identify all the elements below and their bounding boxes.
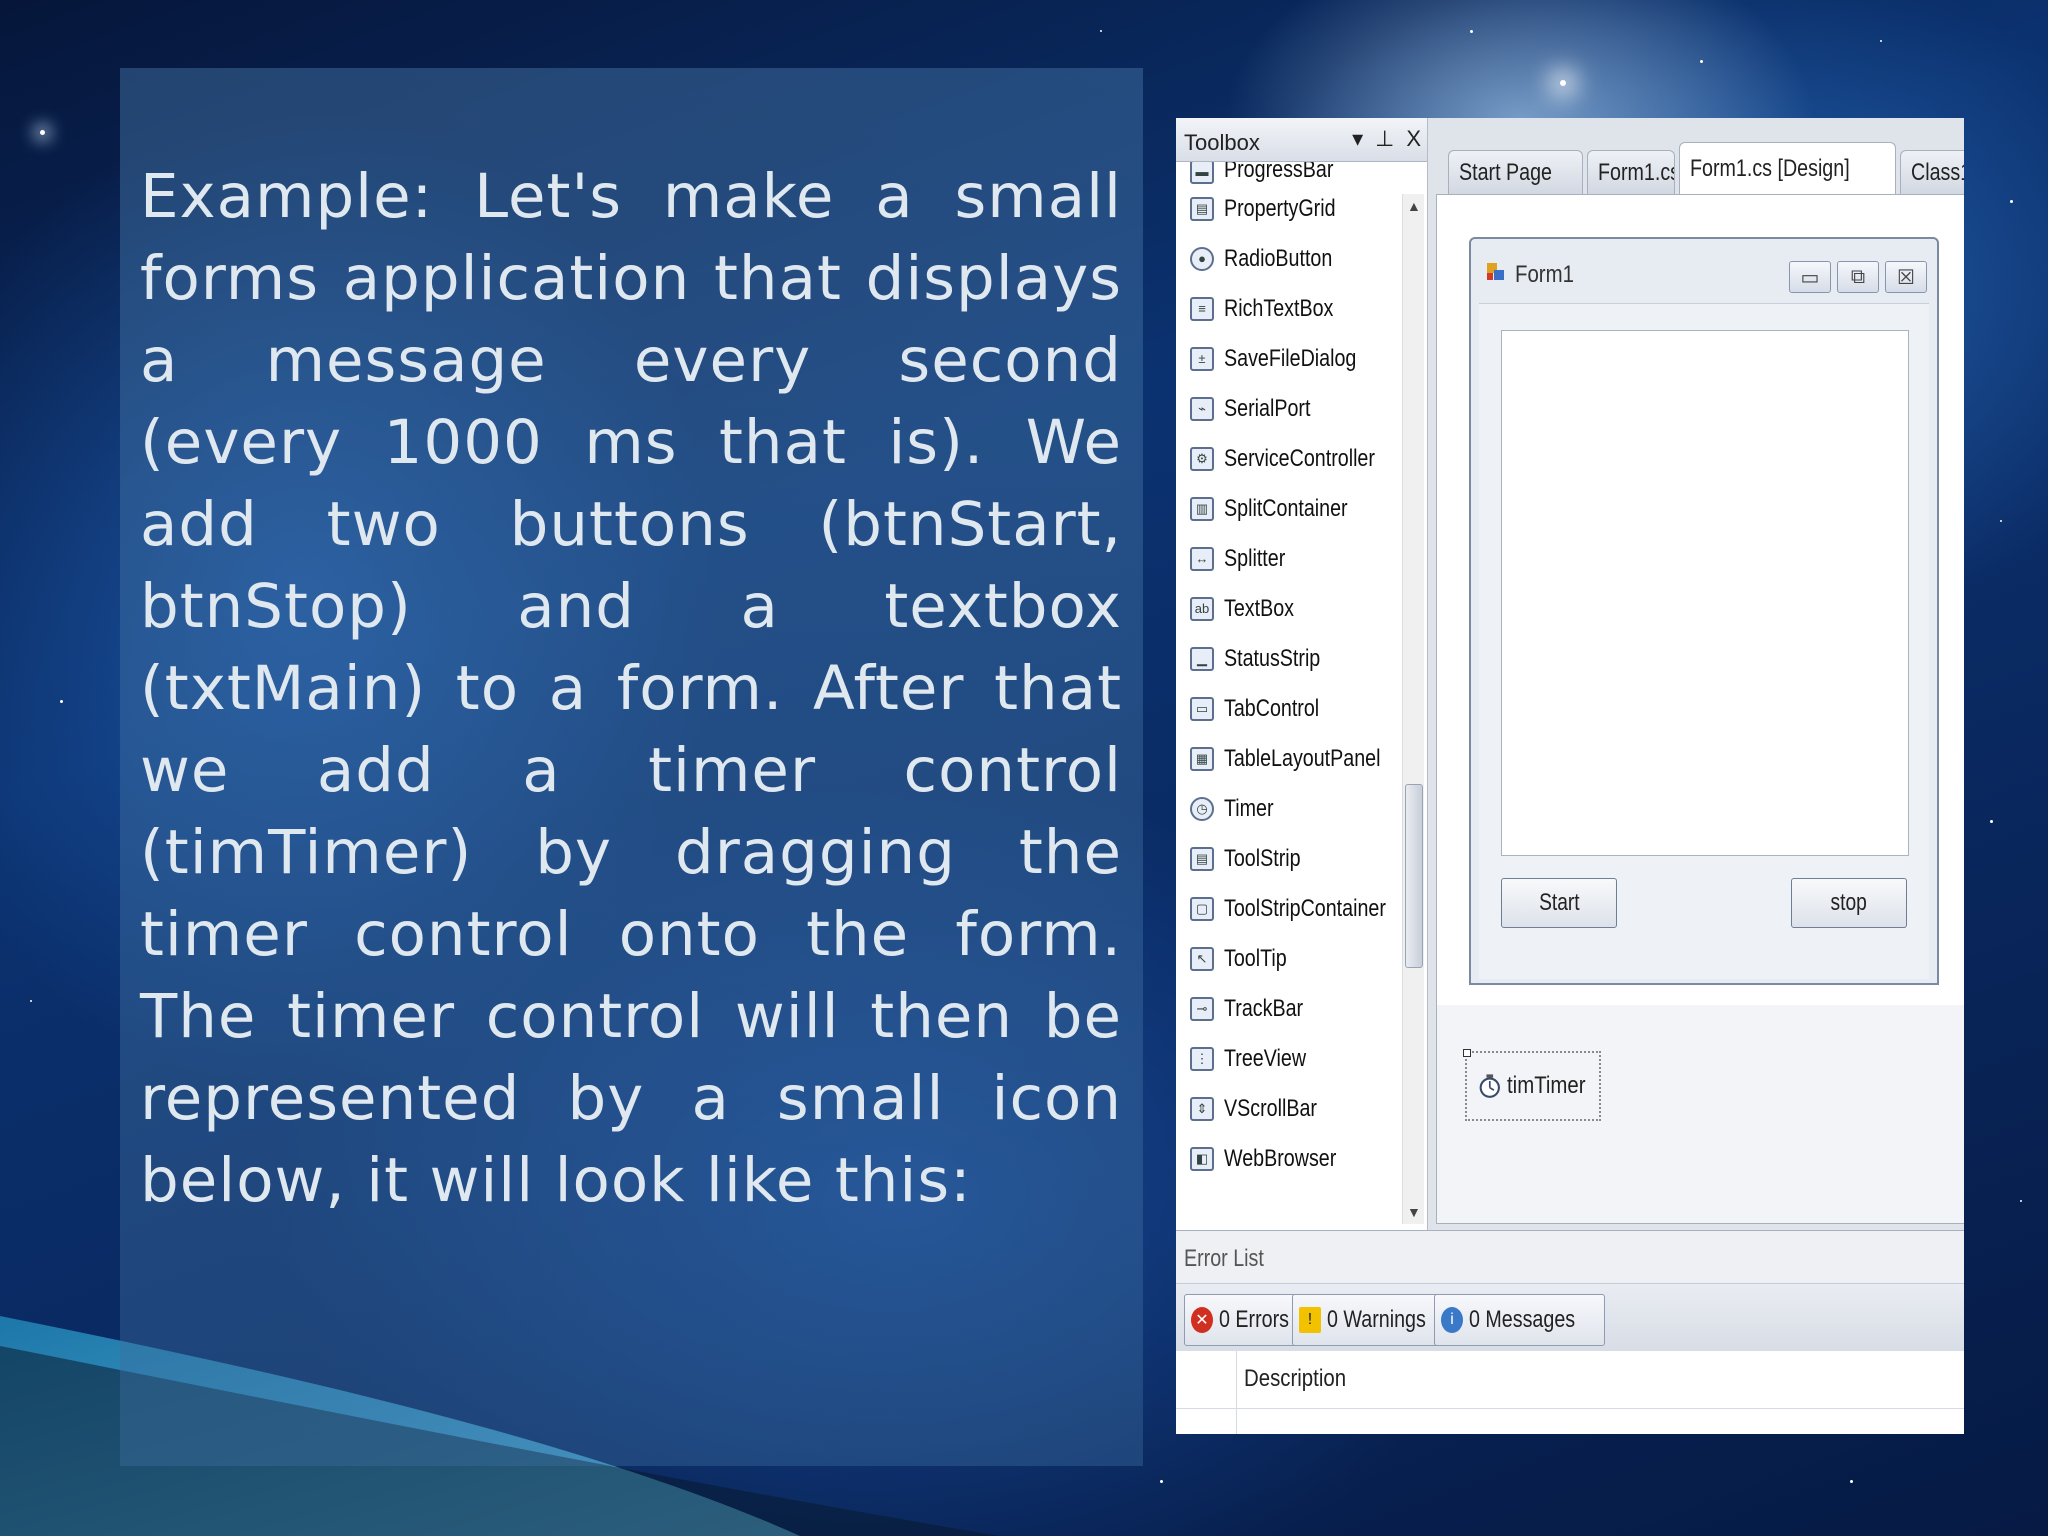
statusstrip-icon: ▁ [1190, 647, 1214, 671]
selection-handle[interactable] [1463, 1049, 1471, 1057]
txtmain-textbox[interactable] [1501, 330, 1909, 856]
toolbox-title: Toolbox [1184, 130, 1260, 155]
toolbox-item-propertygrid[interactable]: ▤ PropertyGrid [1176, 184, 1402, 234]
toolbox-item-vscrollbar[interactable]: ⇕ VScrollBar [1176, 1084, 1402, 1134]
column-separator[interactable] [1236, 1351, 1237, 1434]
savefiledialog-icon: ± [1190, 347, 1214, 371]
toolbox-item-serialport[interactable]: ⌁ SerialPort [1176, 384, 1402, 434]
toolbox-item-textbox[interactable]: ab TextBox [1176, 584, 1402, 634]
tabcontrol-icon: ▭ [1190, 697, 1214, 721]
form1-window[interactable]: Form1 ▭ ⧉ ☒ Start stop [1469, 237, 1939, 985]
document-area: Start Page Form1.cs Form1.cs [Design] Cl… [1428, 118, 1964, 1230]
form1-client-area: Start stop [1479, 303, 1929, 979]
toolbox-item-toolstripcontainer[interactable]: ▢ ToolStripContainer [1176, 884, 1402, 934]
error-list-title: Error List [1184, 1245, 1264, 1272]
richtextbox-icon: ≡ [1190, 297, 1214, 321]
toolbox-item-trackbar[interactable]: ⊸ TrackBar [1176, 984, 1402, 1034]
stop-button[interactable]: stop [1791, 878, 1907, 928]
error-icon: ✕ [1191, 1307, 1213, 1333]
toolbox-item-timer[interactable]: ◷ Timer [1176, 784, 1402, 834]
column-description[interactable]: Description [1244, 1365, 1346, 1393]
minimize-icon[interactable]: ▭ [1789, 261, 1831, 293]
error-list-panel: Error List ✕ 0 Errors ! 0 Warnings i 0 M… [1176, 1230, 1964, 1434]
timtimer-label: timTimer [1506, 1072, 1586, 1099]
toolbox-item-radiobutton[interactable]: ● RadioButton [1176, 234, 1402, 284]
radiobutton-icon: ● [1190, 247, 1214, 271]
tab-start-page[interactable]: Start Page [1448, 150, 1584, 194]
toolbox-list: ▬ ProgressBar ▤ PropertyGrid ● RadioButt… [1176, 162, 1402, 1230]
toolbox-header: Toolbox ▾ ⊥ X [1176, 118, 1427, 162]
close-window-icon[interactable]: ☒ [1885, 261, 1927, 293]
timer-icon [1479, 1074, 1500, 1098]
vscrollbar-icon: ⇕ [1190, 1097, 1214, 1121]
toolbox-item-richtextbox[interactable]: ≡ RichTextBox [1176, 284, 1402, 334]
serialport-icon: ⌁ [1190, 397, 1214, 421]
servicecontroller-icon: ⚙ [1190, 447, 1214, 471]
splitter-icon: ↔ [1190, 547, 1214, 571]
tab-class1-cs[interactable]: Class1.cs [1900, 150, 1964, 194]
error-filter-bar: ✕ 0 Errors ! 0 Warnings i 0 Messages [1176, 1283, 1964, 1351]
info-icon: i [1441, 1307, 1463, 1333]
toolbox-item-webbrowser[interactable]: ◧ WebBrowser [1176, 1134, 1402, 1184]
messages-filter-button[interactable]: i 0 Messages [1434, 1294, 1606, 1346]
timer-icon: ◷ [1190, 797, 1214, 821]
form1-titlebar: Form1 ▭ ⧉ ☒ [1471, 239, 1937, 303]
start-button[interactable]: Start [1501, 878, 1617, 928]
timtimer-component[interactable]: timTimer [1463, 1049, 1601, 1121]
tab-form1-cs[interactable]: Form1.cs [1587, 150, 1676, 194]
toolbox-item-statusstrip[interactable]: ▁ StatusStrip [1176, 634, 1402, 684]
maximize-icon[interactable]: ⧉ [1837, 261, 1879, 293]
toolstripcontainer-icon: ▢ [1190, 897, 1214, 921]
scroll-up-icon[interactable]: ▲ [1407, 198, 1421, 214]
scroll-thumb[interactable] [1405, 784, 1423, 968]
tab-form1-design[interactable]: Form1.cs [Design] [1679, 142, 1897, 194]
form1-title: Form1 [1515, 261, 1574, 288]
progressbar-icon: ▬ [1190, 162, 1214, 184]
textbox-icon: ab [1190, 597, 1214, 621]
toolbox-item-savefiledialog[interactable]: ± SaveFileDialog [1176, 334, 1402, 384]
propertygrid-icon: ▤ [1190, 197, 1214, 221]
dropdown-arrow-icon[interactable]: ▾ [1352, 126, 1363, 152]
warning-icon: ! [1299, 1307, 1321, 1333]
toolbox-item-progressbar[interactable]: ▬ ProgressBar [1176, 162, 1402, 184]
close-icon[interactable]: X [1406, 126, 1421, 152]
warnings-filter-button[interactable]: ! 0 Warnings [1292, 1294, 1455, 1346]
tablelayoutpanel-icon: ▦ [1190, 747, 1214, 771]
toolbox-item-splitter[interactable]: ↔ Splitter [1176, 534, 1402, 584]
document-tabs: Start Page Form1.cs Form1.cs [Design] Cl… [1448, 140, 1964, 194]
toolbox-item-toolstrip[interactable]: ▤ ToolStrip [1176, 834, 1402, 884]
window-buttons: ▭ ⧉ ☒ [1789, 261, 1927, 293]
tooltip-icon: ↖ [1190, 947, 1214, 971]
toolbox-item-splitcontainer[interactable]: ▥ SplitContainer [1176, 484, 1402, 534]
toolbox-item-tabcontrol[interactable]: ▭ TabControl [1176, 684, 1402, 734]
ide-screenshot: Toolbox ▾ ⊥ X ▬ ProgressBar ▤ PropertyGr… [1176, 118, 1964, 1434]
webbrowser-icon: ◧ [1190, 1147, 1214, 1171]
toolbox-controls: ▾ ⊥ X [1352, 126, 1421, 152]
form-designer-surface: Form1 ▭ ⧉ ☒ Start stop timTimer [1436, 194, 1964, 1224]
trackbar-icon: ⊸ [1190, 997, 1214, 1021]
toolbox-item-treeview[interactable]: ⋮ TreeView [1176, 1034, 1402, 1084]
error-list-grid: Description [1176, 1351, 1964, 1434]
toolbox-item-tablelayoutpanel[interactable]: ▦ TableLayoutPanel [1176, 734, 1402, 784]
form-icon [1487, 263, 1504, 280]
slide-body-text: Example: Let's make a small forms applic… [140, 161, 1122, 1216]
toolbox-scrollbar[interactable]: ▲ ▼ [1402, 194, 1424, 1224]
toolbox-item-servicecontroller[interactable]: ⚙ ServiceController [1176, 434, 1402, 484]
toolbox-panel: Toolbox ▾ ⊥ X ▬ ProgressBar ▤ PropertyGr… [1176, 118, 1428, 1230]
treeview-icon: ⋮ [1190, 1047, 1214, 1071]
toolstrip-icon: ▤ [1190, 847, 1214, 871]
toolbox-item-tooltip[interactable]: ↖ ToolTip [1176, 934, 1402, 984]
scroll-down-icon[interactable]: ▼ [1407, 1204, 1421, 1220]
splitcontainer-icon: ▥ [1190, 497, 1214, 521]
pin-icon[interactable]: ⊥ [1375, 126, 1394, 152]
